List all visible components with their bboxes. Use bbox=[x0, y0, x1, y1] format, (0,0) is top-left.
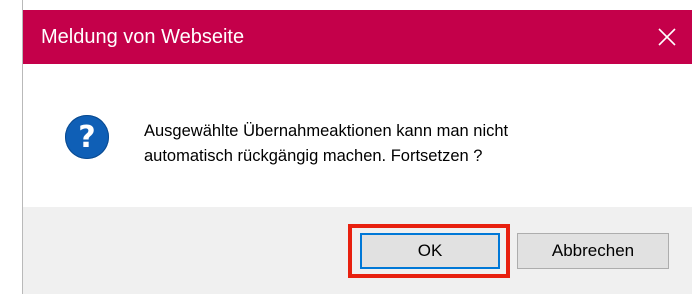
message-line-2: automatisch rückgängig machen. Fortsetze… bbox=[144, 147, 483, 165]
cancel-button[interactable]: Abbrechen bbox=[517, 233, 669, 269]
message-dialog: Meldung von Webseite ? Ausgewählte Übern… bbox=[0, 0, 692, 294]
dialog-content: ? Ausgewählte Übernahmeaktionen kann man… bbox=[23, 64, 692, 207]
dialog-message: Ausgewählte Übernahmeaktionen kann man n… bbox=[144, 119, 674, 169]
background-strip bbox=[0, 0, 22, 294]
dialog-title: Meldung von Webseite bbox=[41, 26, 245, 48]
close-icon bbox=[658, 28, 676, 46]
title-bar[interactable]: Meldung von Webseite bbox=[23, 10, 692, 64]
dialog-footer: OK Abbrechen bbox=[23, 207, 692, 294]
close-button[interactable] bbox=[642, 10, 692, 64]
message-line-1: Ausgewählte Übernahmeaktionen kann man n… bbox=[144, 122, 509, 140]
question-icon: ? bbox=[65, 115, 109, 159]
ok-button[interactable]: OK bbox=[360, 233, 500, 269]
